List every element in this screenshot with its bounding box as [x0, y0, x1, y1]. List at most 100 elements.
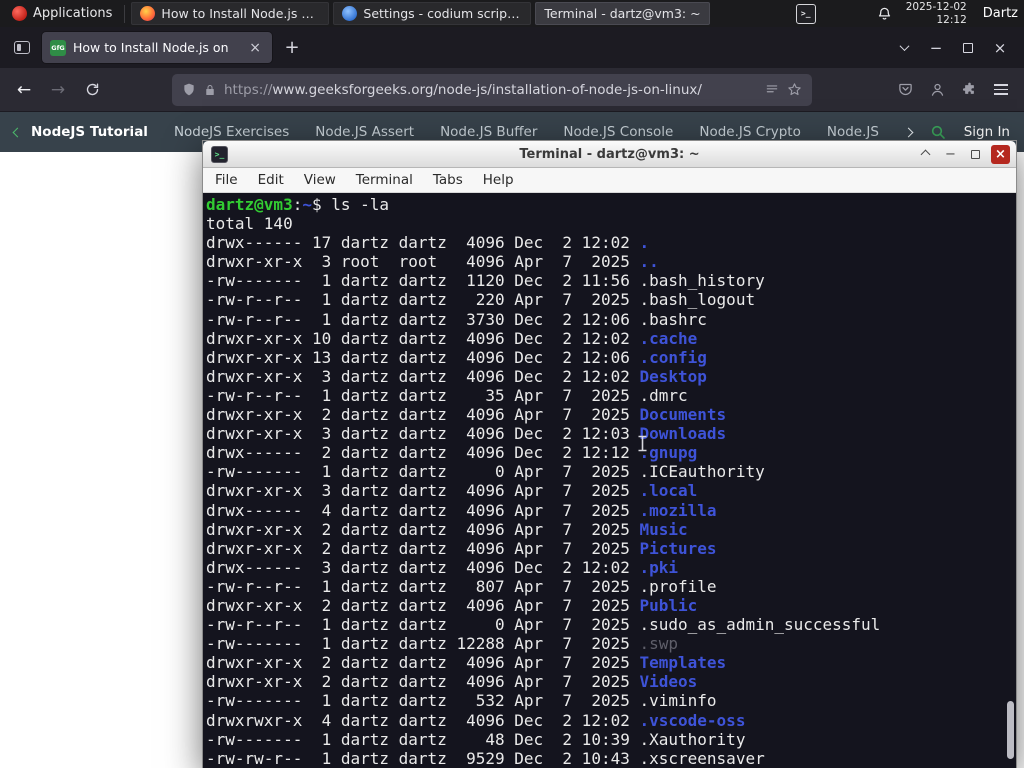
terminal-output-line: drwx------ 2 dartz dartz 4096 Dec 2 12:1…: [206, 443, 1016, 462]
taskbar: Applications How to Install Node.js o...…: [0, 0, 1024, 768]
terminal-output-line: -rw------- 1 dartz dartz 0 Apr 7 2025 .I…: [206, 462, 1016, 481]
gfg-nav-item[interactable]: Node.JS DNS: [827, 124, 881, 140]
prompt-symbol: $: [311, 195, 332, 214]
terminal-output-line: drwx------ 3 dartz dartz 4096 Dec 2 12:0…: [206, 558, 1016, 577]
terminal-menu-tabs[interactable]: Tabs: [433, 172, 463, 188]
terminal-shade-button[interactable]: [916, 145, 935, 164]
file-name: Public: [639, 595, 698, 615]
terminal-output-line: drwxr-xr-x 3 dartz dartz 4096 Dec 2 12:0…: [206, 424, 1016, 443]
clock-date: 2025-12-02: [905, 1, 967, 14]
terminal-minimize-button[interactable]: −: [941, 145, 960, 164]
new-tab-button[interactable]: +: [278, 34, 306, 62]
file-name: Videos: [639, 672, 698, 692]
firefox-view-button[interactable]: [8, 34, 36, 62]
lock-icon[interactable]: [204, 83, 216, 97]
pocket-button[interactable]: [890, 75, 920, 105]
maximize-icon: [963, 42, 973, 53]
taskbar-window-button[interactable]: How to Install Node.js o...: [131, 2, 330, 25]
gfg-nav-item[interactable]: Node.JS Crypto: [699, 124, 800, 140]
list-all-tabs-button[interactable]: [888, 33, 920, 63]
file-meta: drwxr-xr-x 10 dartz dartz 4096 Dec 2 12:…: [206, 328, 640, 348]
terminal-output-line: drwxr-xr-x 2 dartz dartz 4096 Apr 7 2025…: [206, 653, 1016, 672]
prompt-path: ~: [302, 195, 312, 214]
gfg-nav-items: NodeJS Tutorial NodeJS Exercises Node.JS A…: [31, 124, 881, 140]
clock[interactable]: 2025-12-02 12:12: [906, 1, 967, 26]
url-text[interactable]: https://www.geeksforgeeks.org/node-js/in…: [224, 82, 757, 98]
tracking-protection-shield-icon[interactable]: [182, 82, 196, 97]
terminal-menu-file[interactable]: File: [215, 172, 238, 188]
terminal-output-line: drwxr-xr-x 2 dartz dartz 4096 Apr 7 2025…: [206, 596, 1016, 615]
search-icon[interactable]: [930, 124, 946, 140]
terminal-titlebar[interactable]: >_ Terminal - dartz@vm3: ~ − ×: [203, 141, 1016, 168]
terminal-output-line: drwx------ 4 dartz dartz 4096 Apr 7 2025…: [206, 501, 1016, 520]
taskbar-window-button[interactable]: >_ Terminal - dartz@vm3: ~: [202, 2, 1017, 768]
taskbar-window-button[interactable]: Settings - codium script...: [333, 2, 532, 25]
file-meta: drwx------ 2 dartz dartz 4096 Dec 2 12:1…: [206, 443, 640, 463]
terminal-output-line: -rw-r--r-- 1 dartz dartz 35 Apr 7 2025 .…: [206, 386, 1016, 405]
terminal-output-line: drwxr-xr-x 2 dartz dartz 4096 Apr 7 2025…: [206, 520, 1016, 539]
file-meta: -rw------- 1 dartz dartz 0 Apr 7 2025: [206, 462, 640, 482]
file-name: .: [639, 233, 650, 253]
terminal-tray-icon[interactable]: >_: [795, 3, 816, 24]
terminal-output-line: -rw------- 1 dartz dartz 1120 Dec 2 11:5…: [206, 271, 1016, 290]
notification-bell-button[interactable]: [877, 6, 892, 22]
taskbar-window-label: Terminal - dartz@vm3: ~: [544, 6, 701, 21]
browser-tab[interactable]: GfG How to Install Node.js on ×: [42, 32, 272, 63]
extensions-puzzle-icon: [962, 82, 974, 94]
terminal-close-button[interactable]: ×: [991, 145, 1010, 164]
terminal-output-line: -rw-r--r-- 1 dartz dartz 220 Apr 7 2025 …: [206, 290, 1016, 309]
terminal-body[interactable]: dartz@vm3:~$ ls -la total 140 drwx------…: [203, 193, 1016, 768]
forward-button[interactable]: →: [42, 75, 74, 105]
browser-maximize-button[interactable]: [952, 33, 984, 63]
account-button[interactable]: [922, 75, 952, 105]
gfg-nav-item[interactable]: NodeJS Exercises: [174, 124, 289, 140]
file-name: .ICEauthority: [639, 462, 765, 482]
reader-mode-icon[interactable]: [765, 83, 779, 97]
terminal-menu-help[interactable]: Help: [483, 172, 514, 188]
tab-close-button[interactable]: ×: [246, 39, 264, 57]
url-bar[interactable]: https://www.geeksforgeeks.org/node-js/in…: [172, 73, 812, 106]
terminal-window: >_ Terminal - dartz@vm3: ~ − × File Edit V…: [202, 140, 1017, 768]
gfg-nav-item[interactable]: Node.JS Assert: [315, 124, 414, 140]
file-name: .cache: [639, 328, 698, 348]
file-meta: -rw-r--r-- 1 dartz dartz 3730 Dec 2 12:0…: [206, 309, 640, 329]
taskbar-separator: [124, 4, 126, 23]
terminal-menu-view[interactable]: View: [304, 172, 336, 188]
file-name: .bash_logout: [639, 290, 756, 310]
terminal-menu-terminal[interactable]: Terminal: [356, 172, 413, 188]
tab-title: How to Install Node.js on: [73, 40, 229, 55]
gfg-nav-item[interactable]: Node.JS Buffer: [440, 124, 537, 140]
terminal-output-line: -rw-r--r-- 1 dartz dartz 807 Apr 7 2025 …: [206, 577, 1016, 596]
extensions-button[interactable]: [954, 75, 984, 105]
file-meta: drwxr-xr-x 3 dartz dartz 4096 Apr 7 2025: [206, 481, 640, 501]
file-name: Music: [639, 519, 688, 539]
nav-scroll-right-icon[interactable]: [903, 127, 914, 137]
firefox-icon: [140, 6, 156, 21]
browser-minimize-button[interactable]: −: [920, 33, 952, 63]
file-name: ..: [639, 252, 659, 272]
terminal-maximize-button[interactable]: [966, 145, 985, 164]
file-name: .viminfo: [639, 691, 717, 711]
terminal-output-line: drwxr-xr-x 2 dartz dartz 4096 Apr 7 2025…: [206, 539, 1016, 558]
terminal-menu-edit[interactable]: Edit: [258, 172, 284, 188]
gfg-nav-item[interactable]: NodeJS Tutorial: [31, 124, 148, 140]
chevron-down-icon: [899, 41, 909, 52]
applications-menu-button[interactable]: Applications: [6, 4, 118, 23]
terminal-total-line: total 140: [206, 214, 293, 234]
taskbar-username[interactable]: Dartz: [983, 6, 1018, 21]
gfg-nav-item[interactable]: Node.JS Console: [563, 124, 673, 140]
nav-scroll-left-icon[interactable]: [12, 127, 23, 137]
terminal-scrollbar-thumb[interactable]: [1007, 701, 1014, 759]
terminal-prompt-line: dartz@vm3:~$ ls -la: [206, 195, 1016, 214]
file-meta: -rw-r--r-- 1 dartz dartz 35 Apr 7 2025: [206, 385, 640, 405]
bookmark-star-icon[interactable]: [787, 82, 802, 97]
terminal-tray-glyph: >_: [800, 9, 811, 18]
file-meta: drwxrwxr-x 4 dartz dartz 4096 Dec 2 12:0…: [206, 710, 640, 730]
back-button[interactable]: ←: [8, 75, 40, 105]
app-menu-button[interactable]: [986, 75, 1016, 105]
sign-in-button[interactable]: Sign In: [964, 124, 1010, 140]
taskbar-window-label: How to Install Node.js o...: [161, 6, 321, 21]
reload-button[interactable]: [76, 75, 108, 105]
browser-close-button[interactable]: ×: [984, 33, 1016, 63]
terminal-output-line: -rw-r--r-- 1 dartz dartz 0 Apr 7 2025 .s…: [206, 615, 1016, 634]
